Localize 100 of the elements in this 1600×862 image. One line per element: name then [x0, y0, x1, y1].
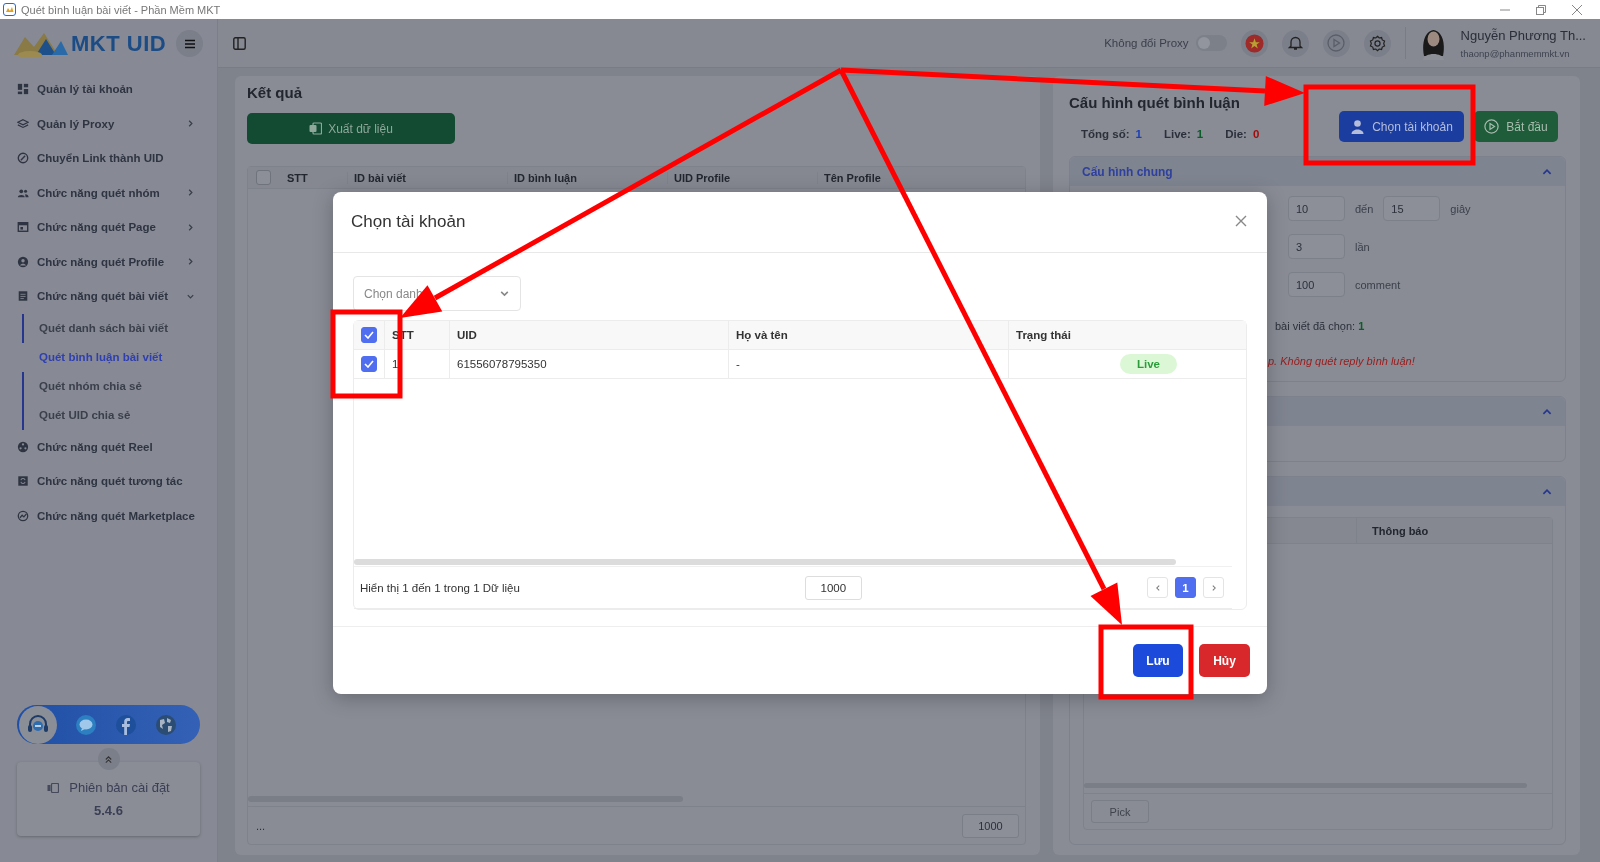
menu-button[interactable] [176, 30, 203, 57]
column-header[interactable]: Họ và tên [728, 321, 1008, 350]
choose-account-button[interactable]: Chọn tài khoản [1339, 111, 1464, 142]
document-icon [17, 290, 29, 303]
link-circle-icon [17, 152, 29, 165]
globe-icon[interactable] [155, 713, 177, 736]
stat-label: Live: [1163, 127, 1191, 140]
table-cell: 1 [384, 350, 449, 379]
notification-button[interactable] [1281, 29, 1309, 57]
table-cell: - [728, 350, 1008, 379]
settings-button[interactable] [1363, 29, 1391, 57]
bell-icon [1287, 35, 1303, 51]
menu-icon [183, 38, 196, 49]
field-text: đến [1355, 202, 1374, 215]
select-all-checkbox[interactable] [361, 327, 377, 344]
user-name: Nguyễn Phương Th... [1460, 27, 1586, 43]
play-icon [1484, 119, 1500, 134]
page-size-select[interactable]: 1000 [804, 575, 862, 600]
collapse-button[interactable] [97, 748, 120, 770]
app-icon [3, 3, 16, 16]
chat-bubble-icon[interactable] [75, 713, 97, 736]
stat-value: 0 [1252, 127, 1260, 140]
column-header[interactable]: Trạng thái [1008, 321, 1246, 350]
restore-icon[interactable] [1536, 4, 1546, 15]
sidebar-subitem[interactable]: Quét UID chia sẻ [22, 400, 217, 430]
stat-label: Die: [1225, 127, 1247, 140]
export-button[interactable]: Xuất dữ liệu [247, 113, 455, 144]
table-info: ... [256, 819, 266, 832]
sidebar-item[interactable]: Quản lý Proxy [0, 106, 217, 141]
page-button[interactable]: 1 [1175, 577, 1196, 599]
field-unit: giây [1450, 202, 1471, 215]
user-email: thaonp@phanmemmkt.vn [1460, 47, 1571, 59]
field-unit: lần [1355, 240, 1370, 253]
chevron-icon [186, 188, 195, 198]
sidebar-item[interactable]: Quản lý tài khoản [0, 72, 217, 107]
column-header[interactable]: ID bình luận [507, 171, 667, 184]
sync-box-icon [17, 475, 29, 488]
input-field[interactable]: 3 [1288, 234, 1345, 259]
close-icon[interactable] [1572, 4, 1582, 15]
sidebar-subitem[interactable]: Quét nhóm chia sẻ [22, 371, 217, 401]
sidebar-item[interactable]: Chức năng quét Page [0, 210, 217, 245]
cancel-button[interactable]: Hủy [1199, 644, 1250, 678]
input-field[interactable]: 10 [1288, 196, 1345, 221]
chevron-icon [186, 257, 195, 267]
sidebar-item[interactable]: Chuyển Link thành UID [0, 141, 217, 176]
layout-icon[interactable] [233, 36, 246, 50]
sidebar-subitem[interactable]: Quét bình luận bài viết [22, 342, 217, 372]
column-header[interactable]: UID [449, 321, 728, 350]
select-all-checkbox[interactable] [256, 170, 271, 185]
save-button[interactable]: Lưu [1133, 644, 1183, 678]
grid-icon [17, 83, 29, 96]
sidebar-item[interactable]: Chức năng quét Marketplace [0, 498, 217, 533]
column-header[interactable]: UID Profile [667, 171, 817, 184]
sidebar-item[interactable]: Chức năng quét bài viết [0, 279, 217, 314]
user-icon [1350, 119, 1366, 134]
stat-label: Tổng số: [1081, 127, 1130, 140]
field-unit: comment [1355, 278, 1401, 291]
dialog-title: Chọn tài khoản [351, 212, 466, 233]
column-header[interactable]: STT [281, 171, 347, 184]
input-field[interactable]: 100 [1288, 272, 1345, 297]
device-icon [47, 782, 60, 793]
double-chevron-icon [104, 754, 113, 764]
facebook-icon[interactable] [115, 713, 137, 736]
sidebar-item[interactable]: Chức năng quét Reel [0, 429, 217, 464]
sidebar-subitem[interactable]: Quét danh sách bài viết [22, 313, 217, 343]
scrollbar[interactable] [354, 559, 1176, 566]
version-number: 5.4.6 [94, 803, 123, 818]
page-size-select[interactable]: 1000 [962, 813, 1019, 838]
row-checkbox[interactable] [361, 356, 377, 373]
sidebar-item[interactable]: Chức năng quét Profile [0, 244, 217, 279]
status-badge: Live [1120, 354, 1177, 375]
section-header[interactable]: Cấu hình chung [1070, 157, 1565, 186]
selected-posts-text: bài viết đã chọn: 1 [1275, 320, 1365, 332]
spreadsheet-icon [309, 122, 323, 135]
checkmark-icon [364, 360, 374, 369]
logo-text: MKT UID [71, 30, 167, 57]
start-button[interactable]: Bắt đầu [1474, 111, 1558, 142]
window-title: Quét bình luận bài viết - Phần Mềm MKT [21, 3, 221, 16]
input-field[interactable]: 15 [1383, 196, 1441, 221]
panel-title: Cấu hình quét bình luận [1069, 94, 1241, 111]
panel-title: Kết quả [247, 84, 303, 101]
flag-button[interactable] [1240, 29, 1268, 57]
chevron-left-icon [1153, 583, 1162, 592]
person-circle-icon [17, 255, 29, 268]
column-header[interactable]: Tên Profile [817, 171, 1025, 184]
people-icon [17, 186, 29, 199]
page-icon [17, 221, 29, 234]
pick-button[interactable]: Pick [1091, 800, 1149, 823]
version-label: Phiên bản cài đặt [69, 780, 170, 795]
stat-value: 1 [1135, 127, 1142, 140]
chevron-icon [186, 222, 195, 232]
sidebar-item[interactable]: Chức năng quét tương tác [0, 464, 217, 499]
chart-circle-icon [17, 509, 29, 522]
star-flag-icon [1244, 33, 1264, 53]
layers-icon [17, 117, 29, 130]
play-button[interactable] [1322, 29, 1350, 57]
table-cell: 61556078795350 [449, 350, 728, 379]
sidebar-item[interactable]: Chức năng quét nhóm [0, 175, 217, 210]
column-header[interactable]: ID bài viết [347, 171, 507, 184]
checkmark-icon [364, 331, 374, 340]
